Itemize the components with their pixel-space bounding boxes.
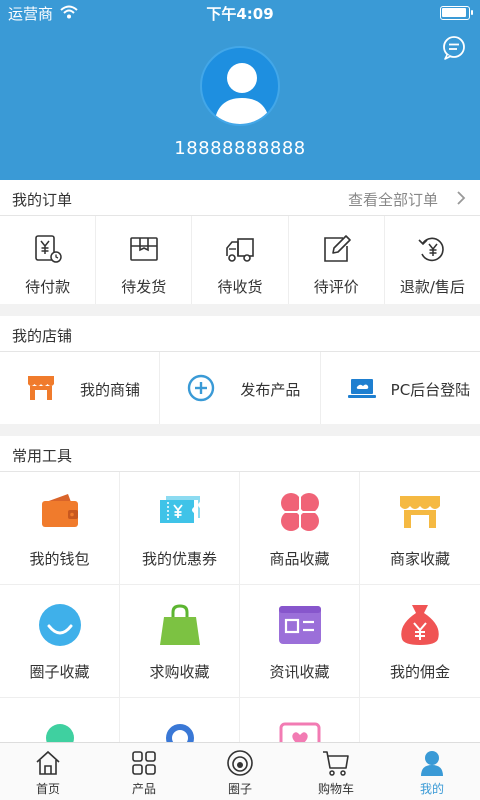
grid-icon [132,751,156,775]
shopping-bag-icon [160,604,200,645]
tool-merchant-favorites-label: 商家收藏 [389,550,450,568]
publish-product-button[interactable]: 发布产品 [160,352,321,424]
order-pending-shipment[interactable]: 待发货 [96,216,193,304]
pc-admin-login-button[interactable]: PC后台登陆 [321,352,480,424]
shop-header: 我的店铺 [0,316,480,352]
publish-product-label: 发布产品 [240,381,301,399]
tool-commission-label: 我的佣金 [389,663,450,681]
order-pending-review[interactable]: 待评价 [289,216,385,304]
order-pending-receipt-label: 待收货 [217,278,263,296]
tool-wallet-label: 我的钱包 [29,550,90,568]
bottom-tab-bar: 首页 产品 圈子 购物车 我的 [0,742,480,800]
order-refund[interactable]: 退款/售后 [385,216,480,304]
order-pending-review-label: 待评价 [313,278,359,296]
tool-coupons[interactable]: 我的优惠券 [120,472,240,585]
tab-cart-label: 购物车 [317,782,354,796]
battery-icon [440,6,473,20]
status-bar: 运营商 下午4:09 [0,0,480,26]
tools-grid-panel: 我的钱包 我的优惠券 商品收藏 商家收藏 圈子收藏 求购收藏 资讯收藏 我的佣金 [0,472,480,800]
tab-home[interactable]: 首页 [0,743,96,800]
home-icon [36,750,60,775]
cart-icon [323,751,349,776]
message-icon[interactable] [442,36,466,60]
money-bag-icon [401,605,439,645]
orders-title: 我的订单 [12,191,73,209]
my-store-label: 我的商铺 [80,381,141,399]
order-refund-label: 退款/售后 [399,278,465,296]
tool-wallet[interactable]: 我的钱包 [0,472,120,585]
shop-title: 我的店铺 [12,327,73,345]
tools-title: 常用工具 [12,447,73,465]
add-circle-icon [188,374,215,402]
refund-icon [418,237,445,262]
tool-circle-favorites-label: 圈子收藏 [29,663,90,681]
my-store-button[interactable]: 我的商铺 [0,352,161,424]
order-pending-shipment-label: 待发货 [121,278,167,296]
laptop-icon [347,379,376,398]
tool-coupons-label: 我的优惠券 [141,550,217,568]
order-pending-payment-label: 待付款 [25,278,71,296]
orders-header[interactable]: 我的订单 查看全部订单 [0,180,480,216]
tool-product-favorites-label: 商品收藏 [269,550,330,568]
tools-header: 常用工具 [0,436,480,472]
edit-icon [324,235,352,262]
storefront-icon [400,496,440,528]
tab-mine-label: 我的 [419,782,444,796]
order-status-row: 待付款 待发货 待收货 待评价 退款/售后 [0,216,480,304]
tab-home-label: 首页 [35,782,60,796]
box-icon [129,237,158,261]
tab-cart[interactable]: 购物车 [288,743,384,800]
view-all-orders-link[interactable]: 查看全部订单 [348,189,438,210]
tab-mine[interactable]: 我的 [384,743,480,800]
tool-commission[interactable]: 我的佣金 [360,585,480,698]
tool-news-favorites-label: 资讯收藏 [269,663,330,681]
avatar[interactable] [200,46,280,126]
circle-icon [227,750,253,776]
coupon-icon [160,496,200,523]
tool-news-favorites[interactable]: 资讯收藏 [240,585,360,698]
tab-circle[interactable]: 圈子 [192,743,288,800]
order-pending-receipt[interactable]: 待收货 [192,216,289,304]
wallet-icon [42,494,78,527]
pc-admin-login-label: PC后台登陆 [390,381,471,399]
tool-wanted-favorites-label: 求购收藏 [149,663,210,681]
tool-product-favorites[interactable]: 商品收藏 [240,472,360,585]
user-icon [421,751,443,776]
news-card-icon [279,606,321,644]
tab-products[interactable]: 产品 [96,743,192,800]
tab-products-label: 产品 [131,782,156,796]
status-time: 下午4:09 [206,5,274,23]
tool-wanted-favorites[interactable]: 求购收藏 [120,585,240,698]
profile-header: 运营商 下午4:09 18888888888 [0,0,480,180]
tool-merchant-favorites[interactable]: 商家收藏 [360,472,480,585]
user-avatar-icon [214,63,270,124]
store-icon [28,376,54,400]
clover-icon [278,490,322,534]
truck-icon [226,238,254,262]
yen-receipt-icon [34,235,62,263]
shop-row: 我的商铺 发布产品 PC后台登陆 [0,352,480,424]
chevron-right-icon [457,191,466,205]
tool-circle-favorites[interactable]: 圈子收藏 [0,585,120,698]
user-phone: 18888888888 [174,138,306,159]
smile-circle-icon [39,604,81,646]
tab-circle-label: 圈子 [227,782,252,796]
order-pending-payment[interactable]: 待付款 [0,216,97,304]
